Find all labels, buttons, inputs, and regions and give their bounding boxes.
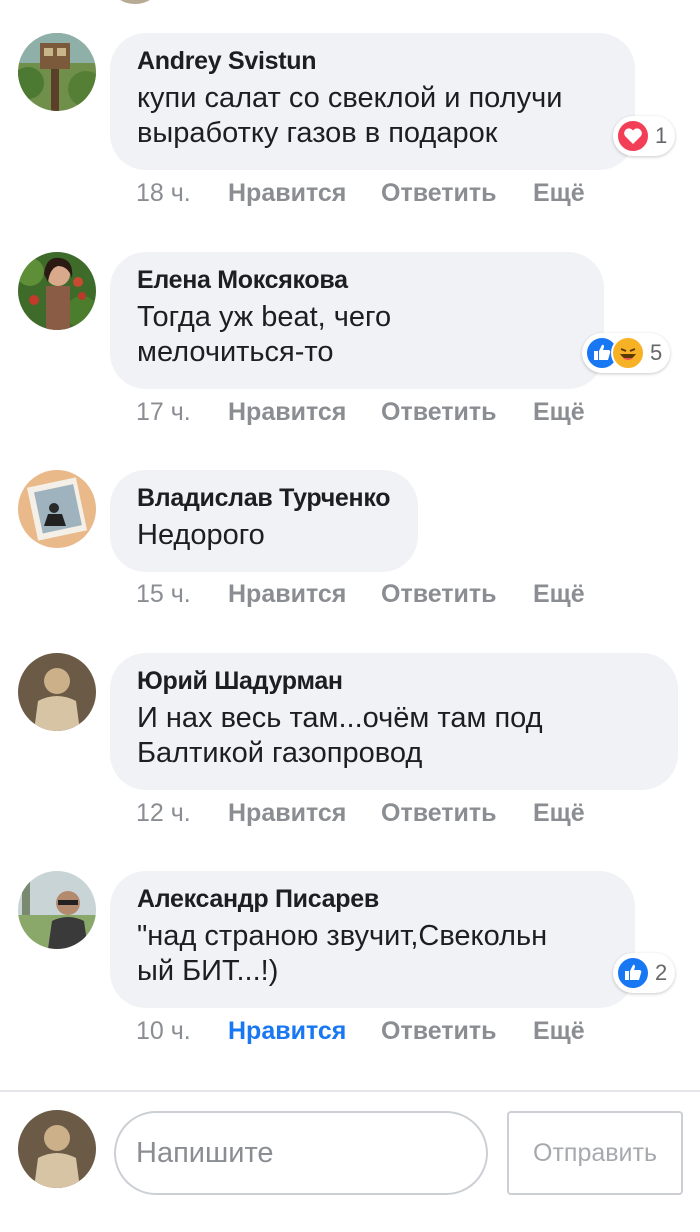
comment-text: И нах весь там...очём там под Балтикой г… — [137, 702, 543, 769]
reaction-summary[interactable]: 1 — [613, 116, 676, 156]
reaction-summary[interactable]: 5 — [582, 333, 671, 373]
reply-link[interactable]: Ответить — [381, 580, 533, 609]
comment-text: "над страною звучит,Свекольн ый БИТ...!) — [137, 920, 548, 987]
reply-link[interactable]: Ответить — [381, 799, 533, 828]
more-link[interactable]: Ещё — [533, 398, 585, 427]
comment-actions: 18 ч. Нравится Ответить Ещё — [136, 179, 585, 208]
more-link[interactable]: Ещё — [533, 799, 585, 828]
avatar-image — [18, 1110, 96, 1188]
reaction-summary[interactable]: 2 — [613, 953, 676, 993]
comment-input[interactable] — [114, 1111, 488, 1195]
comment-actions: 15 ч. Нравится Ответить Ещё — [136, 580, 585, 609]
comment-bubble[interactable]: Юрий Шадурман И нах весь там...очём там … — [110, 653, 678, 790]
like-link[interactable]: Нравится — [228, 179, 381, 208]
avatar-image — [18, 33, 96, 111]
reaction-count: 5 — [650, 340, 663, 365]
avatar-image — [18, 871, 96, 949]
comment-timestamp[interactable]: 18 ч. — [136, 179, 228, 208]
reaction-count: 1 — [655, 123, 668, 148]
reaction-count: 2 — [655, 960, 668, 985]
love-reaction-icon — [616, 119, 650, 153]
reply-link[interactable]: Ответить — [381, 179, 533, 208]
like-link[interactable]: Нравится — [228, 1017, 381, 1046]
more-link[interactable]: Ещё — [533, 1017, 585, 1046]
avatar[interactable] — [18, 252, 96, 330]
comment-text: Тогда уж beat, чего мелочиться-то — [137, 301, 392, 368]
comment-timestamp[interactable]: 15 ч. — [136, 580, 228, 609]
like-link[interactable]: Нравится — [228, 398, 381, 427]
like-link[interactable]: Нравится — [228, 580, 381, 609]
avatar[interactable] — [18, 33, 96, 111]
avatar[interactable] — [18, 470, 96, 548]
comment-bubble[interactable]: Елена Моксякова Тогда уж beat, чего мело… — [110, 252, 604, 389]
comment-bubble[interactable]: Владислав Турченко Недорого — [110, 470, 418, 572]
reply-link[interactable]: Ответить — [381, 1017, 533, 1046]
haha-reaction-icon — [611, 336, 645, 370]
comment-author[interactable]: Юрий Шадурман — [137, 665, 650, 697]
comment-actions: 12 ч. Нравится Ответить Ещё — [136, 799, 585, 828]
previous-comment-avatar — [112, 0, 158, 4]
avatar[interactable] — [18, 871, 96, 949]
current-user-avatar — [18, 1110, 96, 1188]
reply-link[interactable]: Ответить — [381, 398, 533, 427]
comment-author[interactable]: Andrey Svistun — [137, 45, 607, 77]
like-reaction-icon — [616, 956, 650, 990]
comment-actions: 10 ч. Нравится Ответить Ещё — [136, 1017, 585, 1046]
comment-text: Недорого — [137, 519, 265, 551]
more-link[interactable]: Ещё — [533, 580, 585, 609]
avatar-image — [18, 252, 96, 330]
comment-bubble[interactable]: Andrey Svistun купи салат со свеклой и п… — [110, 33, 635, 170]
comment-author[interactable]: Елена Моксякова — [137, 264, 576, 296]
avatar-image — [18, 470, 96, 548]
comment-timestamp[interactable]: 10 ч. — [136, 1017, 228, 1046]
like-link[interactable]: Нравится — [228, 799, 381, 828]
comment-timestamp[interactable]: 12 ч. — [136, 799, 228, 828]
comment-author[interactable]: Александр Писарев — [137, 883, 607, 915]
comment-bubble[interactable]: Александр Писарев "над страною звучит,Св… — [110, 871, 635, 1008]
more-link[interactable]: Ещё — [533, 179, 585, 208]
comment-author[interactable]: Владислав Турченко — [137, 482, 391, 514]
compose-divider — [0, 1090, 700, 1092]
comment-actions: 17 ч. Нравится Ответить Ещё — [136, 398, 585, 427]
avatar[interactable] — [18, 653, 96, 731]
send-button[interactable]: Отправить — [507, 1111, 683, 1195]
avatar-image — [18, 653, 96, 731]
comment-timestamp[interactable]: 17 ч. — [136, 398, 228, 427]
comment-text: купи салат со свеклой и получи выработку… — [137, 82, 563, 149]
